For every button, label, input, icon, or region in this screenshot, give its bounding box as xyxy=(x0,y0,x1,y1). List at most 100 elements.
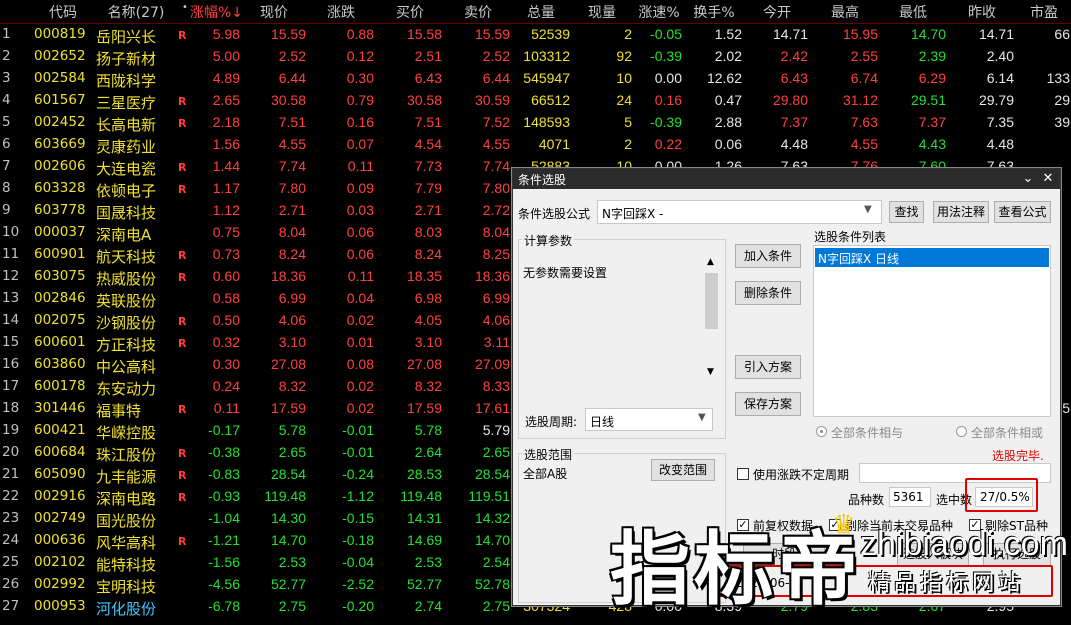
chevron-down-icon[interactable]: ▼ xyxy=(698,412,706,423)
table-row[interactable]: 3 002584 西陇科学 4.89 6.44 0.30 6.43 6.44 545947 10 0… xyxy=(0,68,1071,90)
stock-code: 301446 xyxy=(34,400,86,416)
high: 6.74 xyxy=(850,70,878,86)
radio-all-or[interactable] xyxy=(956,426,967,437)
delete-condition-button[interactable]: 删除条件 xyxy=(735,281,801,305)
bid: 17.59 xyxy=(406,400,442,416)
ask: 6.99 xyxy=(482,290,510,306)
header-speed[interactable]: 涨速% xyxy=(636,2,682,22)
chevron-down-icon[interactable]: ▼ xyxy=(864,204,872,215)
st-checkbox[interactable]: ✓ xyxy=(969,519,981,531)
partial-period-button[interactable]: 时段 xyxy=(743,543,825,567)
bid: 7.73 xyxy=(414,158,442,174)
header-ask[interactable]: 卖价 xyxy=(446,2,510,22)
import-scheme-button[interactable]: 引入方案 xyxy=(735,355,801,379)
scroll-down-icon[interactable]: ▼ xyxy=(707,367,714,377)
header-turnover[interactable]: 换手% xyxy=(686,2,742,22)
stock-name: 岳阳兴长 xyxy=(96,28,157,46)
bid: 6.98 xyxy=(414,290,442,306)
params-scrollbar[interactable]: ▲ ▼ xyxy=(703,257,720,382)
close-icon[interactable]: ✕ xyxy=(1039,170,1057,188)
ask: 27.09 xyxy=(474,356,510,372)
header-price[interactable]: 现价 xyxy=(242,2,306,22)
price: 18.36 xyxy=(270,268,306,284)
cur-volume: 10 xyxy=(616,70,632,86)
usage-notes-button[interactable]: 用法注释 xyxy=(933,201,989,223)
header-open[interactable]: 今开 xyxy=(746,2,808,22)
change-range-button[interactable]: 改变范围 xyxy=(651,459,715,481)
condition-list[interactable]: N字回踩X 日线 xyxy=(813,245,1051,417)
table-row[interactable]: 2 002652 扬子新材 5.00 2.52 0.12 2.51 2.52 103312 92 -… xyxy=(0,46,1071,68)
turnover: 12.62 xyxy=(706,70,742,86)
formula-select[interactable]: N字回踩X - ▼ xyxy=(597,200,882,224)
table-row[interactable]: 1 000819 岳阳兴长 R 5.98 15.59 0.88 15.58 15.59 52539… xyxy=(0,24,1071,46)
cur-untraded-checkbox[interactable]: ✓ xyxy=(829,519,841,531)
change: -2.52 xyxy=(342,576,374,592)
table-row[interactable]: 4 601567 三星医疗 R 2.65 30.58 0.79 30.58 30.59 66512… xyxy=(0,90,1071,112)
row-index: 27 xyxy=(2,598,20,614)
stock-code: 000636 xyxy=(34,532,86,548)
price: 2.53 xyxy=(278,554,306,570)
volume: 103312 xyxy=(523,48,570,64)
header-change-pct[interactable]: 涨幅%↓ xyxy=(190,2,240,22)
change-pct: 5.98 xyxy=(212,26,240,42)
prerights-checkbox[interactable]: ✓ xyxy=(737,519,749,531)
turnover: 0.47 xyxy=(714,92,742,108)
price: 8.24 xyxy=(278,246,306,262)
bid: 27.08 xyxy=(406,356,442,372)
header-cur-volume[interactable]: 现量 xyxy=(572,2,632,22)
add-condition-button[interactable]: 加入条件 xyxy=(735,244,801,268)
high: 2.55 xyxy=(850,48,878,64)
period-select[interactable]: 日线 ▼ xyxy=(585,408,713,431)
price: 7.51 xyxy=(278,114,306,130)
change: 0.11 xyxy=(347,268,374,284)
header-change[interactable]: 涨跌 xyxy=(308,2,374,22)
change-pct: -1.56 xyxy=(208,554,240,570)
execute-selection-button[interactable]: 执行选股 xyxy=(983,543,1051,567)
bid: 7.79 xyxy=(414,180,442,196)
save-scheme-button[interactable]: 保存方案 xyxy=(735,392,801,416)
change: 0.30 xyxy=(346,70,374,86)
header-high[interactable]: 最高 xyxy=(812,2,878,22)
header-pe[interactable]: 市盈 xyxy=(1018,2,1070,22)
ask: 7.74 xyxy=(482,158,510,174)
view-formula-button[interactable]: 查看公式 xyxy=(994,201,1051,223)
table-row[interactable]: 6 603669 灵康药业 1.56 4.55 0.07 4.54 4.55 4071 2 0.22… xyxy=(0,134,1071,156)
change: -0.01 xyxy=(342,444,374,460)
table-row[interactable]: 5 002452 长高电新 R 2.18 7.51 0.16 7.51 7.52 148593 5-… xyxy=(0,112,1071,134)
ask: 2.65 xyxy=(482,444,510,460)
header-prev-close[interactable]: 昨收 xyxy=(950,2,1014,22)
stock-name: 扬子新材 xyxy=(96,50,157,68)
price: 2.65 xyxy=(278,444,306,460)
stock-code: 002992 xyxy=(34,576,86,592)
header-bid[interactable]: 买价 xyxy=(378,2,442,22)
header-volume[interactable]: 总量 xyxy=(512,2,570,22)
row-index: 2 xyxy=(2,48,11,64)
price: 3.10 xyxy=(278,334,306,350)
bid: 4.54 xyxy=(414,136,442,152)
row-index: 17 xyxy=(2,378,20,394)
cur-volume: 2 xyxy=(624,26,632,42)
row-index: 11 xyxy=(2,246,20,262)
header-name[interactable]: 名称(27) xyxy=(96,2,176,22)
bid: 52.77 xyxy=(406,576,442,592)
stock-code: 603669 xyxy=(34,136,86,152)
stock-code: 600684 xyxy=(34,444,86,460)
dialog-title: 条件选股 xyxy=(518,173,567,187)
change: -0.24 xyxy=(342,466,374,482)
header-code[interactable]: 代码 xyxy=(34,2,92,22)
into-block-button[interactable]: 选股入板块 xyxy=(897,543,969,567)
row-index: 24 xyxy=(2,532,20,548)
bid: 8.03 xyxy=(414,224,442,240)
volatile-period-checkbox[interactable] xyxy=(737,468,749,480)
turnover: 1.52 xyxy=(714,26,742,42)
volume: 545947 xyxy=(523,70,570,86)
bid: 8.24 xyxy=(414,246,442,262)
condition-list-item[interactable]: N字回踩X 日线 xyxy=(815,248,1049,267)
find-button[interactable]: 查找 xyxy=(889,201,924,223)
price: 7.80 xyxy=(278,180,306,196)
scroll-up-icon[interactable]: ▲ xyxy=(707,257,714,267)
header-low[interactable]: 最低 xyxy=(880,2,946,22)
radio-all-and[interactable] xyxy=(816,426,827,437)
minimize-icon[interactable]: ⌄ xyxy=(1019,170,1037,188)
scroll-thumb[interactable] xyxy=(705,273,718,329)
